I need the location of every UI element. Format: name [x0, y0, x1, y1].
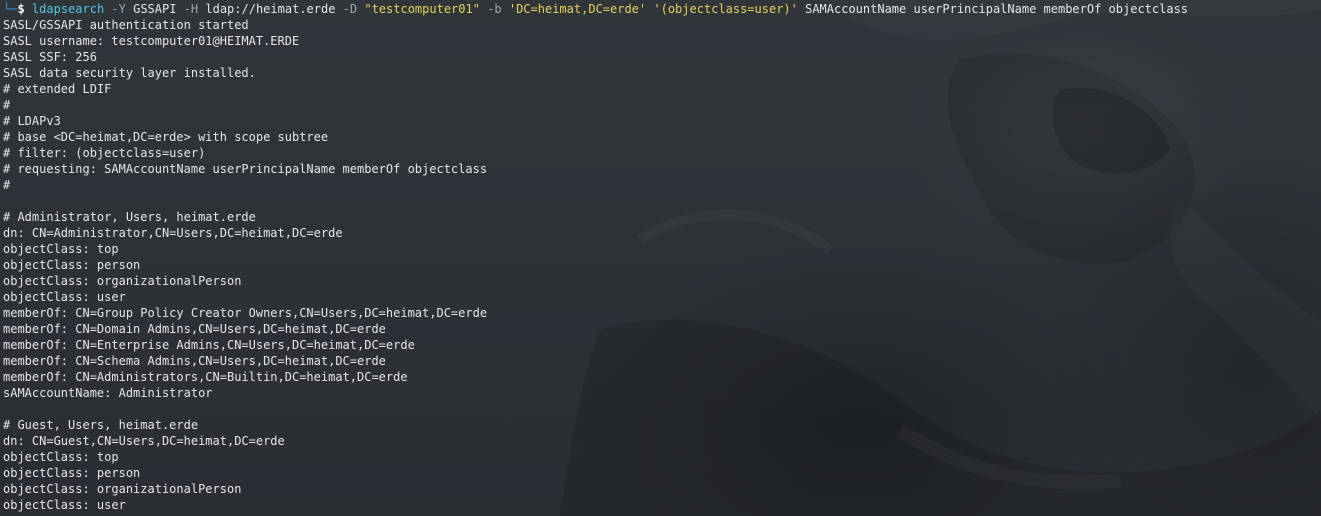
output-line: dn: CN=Guest,CN=Users,DC=heimat,DC=erde [3, 434, 285, 448]
command-arg-h: ldap://heimat.erde [205, 2, 336, 16]
command-program: ldapsearch [31, 2, 105, 16]
prompt-corner: └─ [3, 2, 18, 16]
output-line: SASL data security layer installed. [3, 66, 256, 80]
output-line: objectClass: user [3, 498, 126, 512]
output-line: objectClass: person [3, 466, 141, 480]
command-opt-b: -b [487, 2, 502, 16]
output-line: SASL SSF: 256 [3, 50, 97, 64]
command-line: └─$ ldapsearch -Y GSSAPI -H ldap://heima… [3, 1, 1188, 17]
command-filter-body: objectclass=user [667, 2, 784, 16]
output-line: objectClass: top [3, 242, 119, 256]
command-arg-y: GSSAPI [133, 2, 177, 16]
output-line: memberOf: CN=Group Policy Creator Owners… [3, 306, 488, 320]
output-lines: SASL/GSSAPI authentication started SASL u… [3, 17, 1188, 513]
output-line: objectClass: user [3, 290, 126, 304]
command-attributes: SAMAccountName userPrincipalName memberO… [805, 2, 1189, 16]
output-line: memberOf: CN=Administrators,CN=Builtin,D… [3, 370, 408, 384]
output-line: # base <DC=heimat,DC=erde> with scope su… [3, 130, 329, 144]
command-arg-d: "testcomputer01" [364, 2, 480, 16]
output-line: # filter: (objectclass=user) [3, 146, 206, 160]
output-line: sAMAccountName: Administrator [3, 386, 213, 400]
terminal-window[interactable]: └─$ ldapsearch -Y GSSAPI -H ldap://heima… [0, 0, 1321, 516]
command-filter-close: )' [783, 2, 798, 16]
output-line: objectClass: top [3, 450, 119, 464]
output-line: objectClass: organizationalPerson [3, 482, 242, 496]
command-opt-h: -H [183, 2, 199, 16]
command-opt-y: -Y [111, 2, 126, 16]
output-line: # [3, 98, 11, 112]
output-line: memberOf: CN=Schema Admins,CN=Users,DC=h… [3, 354, 386, 368]
output-line: SASL/GSSAPI authentication started [3, 18, 249, 32]
output-line: objectClass: organizationalPerson [3, 274, 242, 288]
terminal-output: └─$ ldapsearch -Y GSSAPI -H ldap://heima… [3, 1, 1188, 513]
command-filter-open: '( [653, 2, 668, 16]
output-line: # LDAPv3 [3, 114, 61, 128]
output-line: # [3, 178, 11, 192]
output-line: # requesting: SAMAccountName userPrincip… [3, 162, 488, 176]
output-line: objectClass: person [3, 258, 141, 272]
output-line: memberOf: CN=Domain Admins,CN=Users,DC=h… [3, 322, 386, 336]
output-line: # Administrator, Users, heimat.erde [3, 210, 256, 224]
output-line: # extended LDIF [3, 82, 112, 96]
output-line: memberOf: CN=Enterprise Admins,CN=Users,… [3, 338, 415, 352]
output-line: dn: CN=Administrator,CN=Users,DC=heimat,… [3, 226, 343, 240]
command-opt-d: -D [342, 2, 358, 16]
output-line: # Guest, Users, heimat.erde [3, 418, 199, 432]
prompt-dollar: $ [17, 2, 25, 16]
output-line: SASL username: testcomputer01@HEIMAT.ERD… [3, 34, 300, 48]
command-arg-b: 'DC=heimat,DC=erde' [508, 2, 647, 16]
